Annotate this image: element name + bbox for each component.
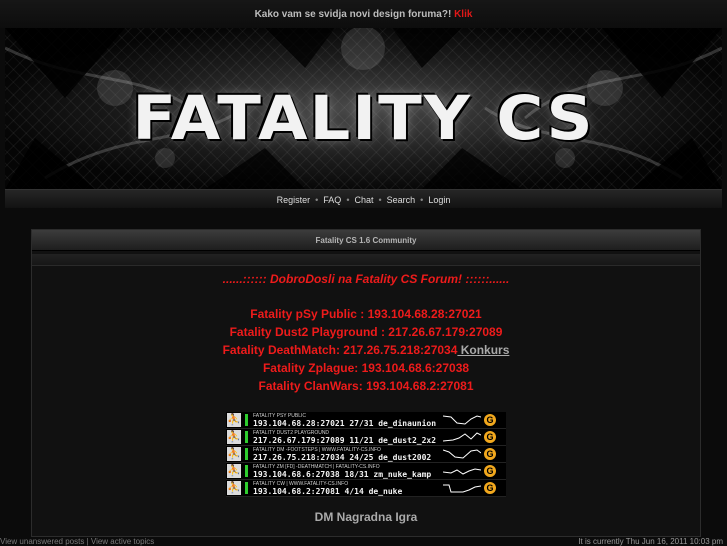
announcement-bar: Kako vam se svidja novi design foruma?! … [0, 0, 727, 28]
server-list: Fatality pSy Public : 193.104.68.28:2702… [32, 305, 700, 395]
community-panel: Fatality CS 1.6 Community ......:::::: D… [31, 229, 701, 537]
panel-title: Fatality CS 1.6 Community [32, 230, 700, 251]
welcome-message: ......:::::: DobroDosli na Fatality CS F… [222, 272, 510, 286]
site-banner: FATALITY CS [5, 28, 722, 189]
konkurs-link[interactable]: Konkurs [457, 343, 510, 357]
gametracker-server-info: 217.26.75.218:27034 24/25 de_dust2002 [253, 452, 432, 462]
nav-login-link[interactable]: Login [428, 195, 450, 205]
counter-strike-icon: ⛹ [227, 481, 241, 495]
gametracker-text: FATALITY CW | WWW.FATALITY-CS.INFO 193.1… [253, 481, 443, 496]
counter-strike-icon: ⛹ [227, 413, 241, 427]
dm-nagradna-igra-link[interactable]: DM Nagradna Igra [32, 510, 700, 524]
gametracker-server-info: 217.26.67.179:27089 11/21 de_dust2_2x2 [253, 435, 437, 445]
announcement-link[interactable]: Klik [454, 9, 472, 20]
server-status-bar [245, 431, 248, 443]
nav-separator: • [346, 195, 350, 205]
player-graph-icon [443, 484, 481, 493]
gametracker-server-info: 193.104.68.2:27081 4/14 de_nuke [253, 486, 403, 496]
server-text: Fatality ClanWars: 193.104.68.2:27081 [258, 379, 474, 393]
panel-subheader [32, 254, 700, 266]
server-status-bar [245, 465, 248, 477]
gametracker-row[interactable]: ⛹ FATALITY ZM [FD] -DEATHMATCH | FATALIT… [226, 463, 506, 480]
server-status-bar [245, 414, 248, 426]
server-status-bar [245, 482, 248, 494]
server-text: Fatality DeathMatch: 217.26.75.218:27034 [222, 343, 458, 357]
server-line-dust2: Fatality Dust2 Playground : 217.26.67.17… [32, 323, 700, 341]
gametracker-text: FATALITY DM -FOOTSTEPS | WWW.FATALITY-CS… [253, 447, 443, 462]
nav-separator: • [420, 195, 424, 205]
announcement-text: Kako vam se svidja novi design foruma?! [254, 9, 452, 20]
site-logo[interactable]: FATALITY CS [5, 84, 722, 154]
gametracker-logo-icon: G [484, 465, 496, 477]
server-line-zplague: Fatality Zplague: 193.104.68.6:27038 [32, 359, 700, 377]
gametracker-server-info: 193.104.68.28:27021 27/31 de_dinaunion [253, 418, 437, 428]
player-graph-icon [443, 449, 481, 459]
gametracker-row[interactable]: ⛹ FATALITY PSY PUBLIC 193.104.68.28:2702… [226, 412, 506, 429]
server-text: Fatality pSy Public : 193.104.68.28:2702… [250, 307, 482, 321]
nav-chat-link[interactable]: Chat [354, 195, 373, 205]
counter-strike-icon: ⛹ [227, 464, 241, 478]
nav-search-link[interactable]: Search [387, 195, 416, 205]
player-graph-icon [443, 415, 481, 425]
gametracker-logo-icon: G [484, 431, 496, 443]
gametracker-server-info: 193.104.68.6:27038 18/31 zm_nuke_kamp [253, 469, 432, 479]
gametracker-text: FATALITY ZM [FD] -DEATHMATCH | FATALITY-… [253, 464, 443, 479]
gametracker-row[interactable]: ⛹ FATALITY CW | WWW.FATALITY-CS.INFO 193… [226, 480, 506, 497]
gametracker-text: FATALITY DUST2 PLAYGROUND 217.26.67.179:… [253, 430, 443, 445]
gametracker-row[interactable]: ⛹ FATALITY DUST2 PLAYGROUND 217.26.67.17… [226, 429, 506, 446]
nav-faq-link[interactable]: FAQ [323, 195, 341, 205]
gametracker-row[interactable]: ⛹ FATALITY DM -FOOTSTEPS | WWW.FATALITY-… [226, 446, 506, 463]
gametracker-text: FATALITY PSY PUBLIC 193.104.68.28:27021 … [253, 413, 443, 428]
gametracker-logo-icon: G [484, 414, 496, 426]
main-nav: Register • FAQ • Chat • Search • Login [5, 189, 722, 208]
gametracker-banners: ⛹ FATALITY PSY PUBLIC 193.104.68.28:2702… [226, 412, 506, 497]
server-line-clanwars: Fatality ClanWars: 193.104.68.2:27081 [32, 377, 700, 395]
nav-register-link[interactable]: Register [277, 195, 311, 205]
server-line-deathmatch: Fatality DeathMatch: 217.26.75.218:27034… [32, 341, 700, 359]
counter-strike-icon: ⛹ [227, 430, 241, 444]
gametracker-logo-icon: G [484, 448, 496, 460]
nav-separator: • [378, 195, 382, 205]
server-status-bar [245, 448, 248, 460]
counter-strike-icon: ⛹ [227, 447, 241, 461]
gametracker-logo-icon: G [484, 482, 496, 494]
server-text: Fatality Dust2 Playground : 217.26.67.17… [229, 325, 503, 339]
panel-content: ......:::::: DobroDosli na Fatality CS F… [32, 272, 700, 524]
server-line-psy: Fatality pSy Public : 193.104.68.28:2702… [32, 305, 700, 323]
player-graph-icon [443, 432, 481, 442]
server-text: Fatality Zplague: 193.104.68.6:27038 [262, 361, 470, 375]
nav-separator: • [315, 195, 319, 205]
player-graph-icon [443, 468, 481, 475]
